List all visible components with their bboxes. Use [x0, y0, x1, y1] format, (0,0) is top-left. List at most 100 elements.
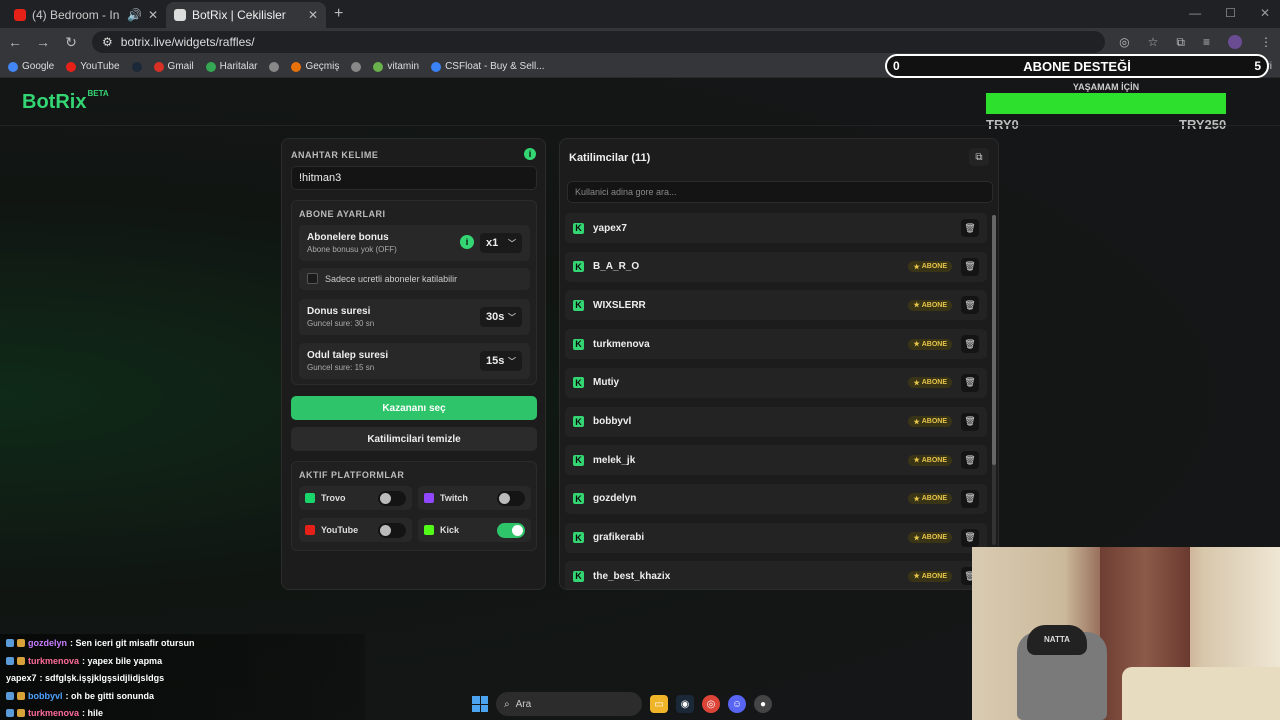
- scrollbar-thumb[interactable]: [992, 215, 996, 465]
- toggle-knob: [380, 524, 391, 536]
- subscriber-badge: ★ ABONE: [908, 493, 952, 505]
- bookmark-item[interactable]: Geçmiş: [291, 61, 339, 72]
- badge-icon: [6, 639, 14, 647]
- badge-label: ABONE: [921, 572, 947, 580]
- chat-user: bobbyvl: [28, 690, 63, 701]
- platform-trovo: Trovo: [299, 486, 412, 510]
- subscriber-settings: ABONE AYARLARI Abonelere bonus Abone bon…: [291, 200, 537, 385]
- badge-icon: [17, 709, 25, 717]
- trash-icon[interactable]: 🗑: [961, 412, 979, 431]
- bookmark-item[interactable]: [269, 61, 280, 72]
- badge-icon: [17, 691, 25, 700]
- browser-tab-bar: (4) Bedroom - In My Head 🔊 ✕ BotRix | Ce…: [0, 0, 1280, 28]
- bookmark-item[interactable]: Gmail: [153, 61, 194, 72]
- reload-icon[interactable]: ↻: [64, 34, 78, 51]
- steam-icon[interactable]: ◉: [676, 695, 694, 713]
- platform-toggle[interactable]: [378, 490, 406, 506]
- chat-message: turkmenova: yapex bile yapma: [6, 656, 162, 666]
- bookmark-item[interactable]: YouTube: [66, 61, 120, 72]
- bookmark-item[interactable]: [351, 61, 362, 72]
- keyword-input[interactable]: !hitman3: [291, 166, 537, 190]
- trash-icon[interactable]: 🗑: [961, 219, 979, 237]
- forward-icon[interactable]: →: [36, 34, 50, 50]
- speaker-icon[interactable]: 🔊: [127, 8, 142, 22]
- trash-icon[interactable]: 🗑: [961, 373, 979, 392]
- new-tab-icon[interactable]: +: [334, 5, 343, 23]
- bookmark-item[interactable]: [131, 61, 142, 72]
- maximize-icon[interactable]: ☐: [1225, 6, 1236, 20]
- taskbar-search[interactable]: ⌕ Ara: [496, 692, 642, 716]
- participant-search-input[interactable]: [567, 181, 993, 203]
- pick-winner-button[interactable]: Kazananı seç: [291, 396, 537, 420]
- site-info-icon[interactable]: ⚙: [102, 35, 113, 49]
- duration-select[interactable]: 30s ﹀: [480, 307, 522, 327]
- windows-taskbar: ⌕ Ara ▭ ◉ ◎ ☺ ●: [472, 690, 812, 718]
- keyword-label: ANAHTAR KELIME: [291, 150, 379, 160]
- platform-toggle[interactable]: [378, 522, 406, 538]
- platform-toggle[interactable]: [497, 522, 525, 538]
- tab-botrix[interactable]: BotRix | Cekilisler ✕: [166, 2, 326, 28]
- paid-only-row[interactable]: Sadece ucretli aboneler katilabilir: [299, 268, 530, 290]
- header-divider: [0, 125, 1280, 126]
- platform-twitch: Twitch: [418, 486, 531, 510]
- url-text: botrix.live/widgets/raffles/: [120, 35, 255, 49]
- duration-title: Donus suresi: [307, 306, 371, 317]
- info-icon[interactable]: i: [460, 235, 474, 249]
- star-icon[interactable]: ☆: [1148, 35, 1159, 49]
- bookmark-icon: [351, 61, 362, 72]
- trash-icon[interactable]: 🗑: [961, 257, 979, 276]
- bookmark-item[interactable]: CSFloat - Buy & Sell...: [431, 61, 545, 72]
- bookmark-label: Haritalar: [219, 61, 258, 72]
- scrollbar[interactable]: [992, 215, 996, 545]
- tab-youtube[interactable]: (4) Bedroom - In My Head 🔊 ✕: [6, 2, 166, 28]
- discord-icon[interactable]: ☺: [728, 695, 746, 713]
- trash-icon[interactable]: 🗑: [961, 528, 979, 547]
- chrome-icon[interactable]: ◎: [702, 695, 720, 713]
- participants-panel: Katilimcilar (11) ⧉ Kyapex7🗑KB_A_R_O★ABO…: [559, 138, 999, 590]
- trash-icon[interactable]: 🗑: [961, 335, 979, 354]
- extensions-icon[interactable]: ⧉: [1176, 35, 1185, 50]
- bookmark-item[interactable]: Google: [8, 61, 54, 72]
- chat-overlay: gozdelyn: Sen iceri git misafir otursun t…: [0, 634, 365, 720]
- info-icon[interactable]: i: [524, 148, 536, 160]
- minimize-icon[interactable]: —: [1189, 6, 1201, 20]
- close-tab-icon[interactable]: ✕: [308, 8, 318, 22]
- windows-start-icon[interactable]: [472, 696, 488, 712]
- eye-off-icon[interactable]: ◎: [1119, 35, 1129, 49]
- badge-label: ABONE: [921, 263, 947, 271]
- botrix-logo[interactable]: BotRixBETA: [22, 89, 109, 114]
- chevron-down-icon: ﹀: [508, 238, 516, 248]
- webcam-bed: [1122, 667, 1280, 720]
- platform-name: Twitch: [440, 493, 468, 503]
- participant-name: turkmenova: [593, 338, 650, 350]
- back-icon[interactable]: ←: [8, 34, 22, 50]
- file-explorer-icon[interactable]: ▭: [650, 695, 668, 713]
- claim-row: Odul talep suresi Guncel sure: 15 sn 15s…: [299, 343, 530, 379]
- obs-icon[interactable]: ●: [754, 695, 772, 713]
- platform-toggle[interactable]: [497, 490, 525, 506]
- address-bar[interactable]: ⚙ botrix.live/widgets/raffles/: [92, 31, 1106, 53]
- claim-subtitle: Guncel sure: 15 sn: [307, 363, 375, 372]
- close-window-icon[interactable]: ✕: [1260, 6, 1270, 20]
- trash-icon[interactable]: 🗑: [961, 296, 979, 315]
- media-icon[interactable]: ≡: [1203, 35, 1210, 49]
- menu-icon[interactable]: ⋮: [1260, 35, 1272, 49]
- close-tab-icon[interactable]: ✕: [148, 8, 158, 22]
- trash-icon[interactable]: 🗑: [961, 451, 979, 470]
- participant-name: melek_jk: [593, 454, 636, 466]
- sub-settings-label: ABONE AYARLARI: [299, 209, 386, 219]
- profile-avatar[interactable]: [1228, 35, 1242, 49]
- bookmark-item[interactable]: vitamin: [373, 61, 419, 72]
- paid-only-checkbox[interactable]: [307, 273, 318, 284]
- badge-icon: [17, 656, 25, 665]
- bonus-select[interactable]: x1 ﹀: [480, 233, 522, 253]
- participant-row: Kgozdelyn ★ ABONE 🗑: [565, 483, 987, 514]
- claim-select[interactable]: 15s ﹀: [480, 351, 522, 371]
- participant-name: the_best_khazix: [593, 570, 671, 582]
- copy-icon[interactable]: ⧉: [969, 148, 989, 166]
- trash-icon[interactable]: 🗑: [961, 489, 979, 508]
- participant-row: K B_A_R_O ★ ABONE 🗑: [565, 251, 987, 282]
- bookmark-item[interactable]: Haritalar: [205, 61, 258, 72]
- star-icon: ★: [913, 534, 920, 542]
- clear-participants-button[interactable]: Katilimcilari temizle: [291, 427, 537, 451]
